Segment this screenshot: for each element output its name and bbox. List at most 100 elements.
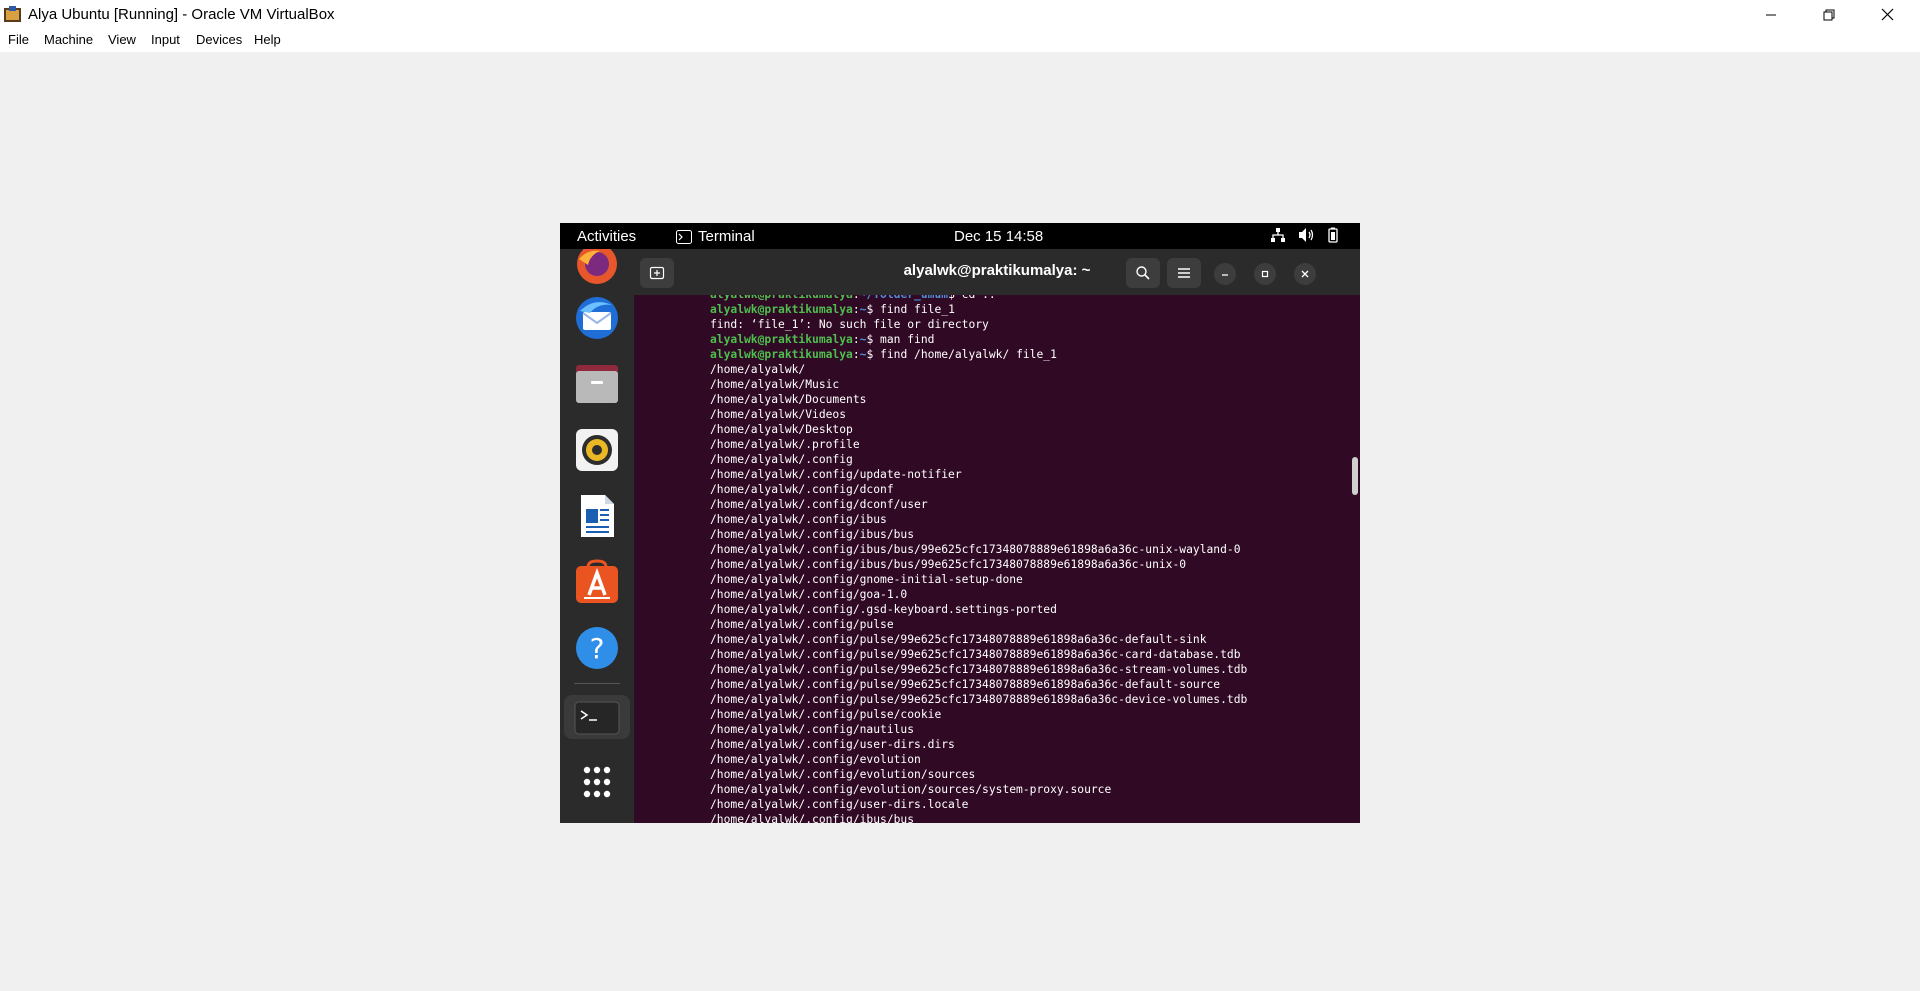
line-text: /home/alyalwk/.config/pulse/99e625cfc173… <box>710 648 1241 661</box>
prompt-path: ~/folder_umum <box>860 295 948 301</box>
line-text: /home/alyalwk/.config/dconf <box>710 483 894 496</box>
line-text: /home/alyalwk/Documents <box>710 393 867 406</box>
terminal-output-line: /home/alyalwk/.config/ibus/bus <box>710 527 1247 542</box>
terminal-output-line: /home/alyalwk/.config/dconf <box>710 482 1247 497</box>
firefox-icon[interactable] <box>574 249 620 287</box>
battery-icon[interactable] <box>1325 227 1341 243</box>
close-button[interactable] <box>1858 0 1916 29</box>
window-titlebar: Alya Ubuntu [Running] - Oracle VM Virtua… <box>0 0 1920 29</box>
terminal-maximize-button[interactable] <box>1254 263 1276 285</box>
line-text: /home/alyalwk/.config/ibus/bus/99e625cfc… <box>710 543 1241 556</box>
line-text: $ cd .. <box>948 295 996 301</box>
thunderbird-icon[interactable] <box>574 295 620 341</box>
ubuntu-top-bar: Activities Terminal Dec 15 14:58 <box>560 223 1360 249</box>
line-text: $ find /home/alyalwk/ file_1 <box>866 348 1057 361</box>
restore-icon <box>1823 9 1835 20</box>
terminal-minimize-button[interactable] <box>1214 263 1236 285</box>
line-text: /home/alyalwk/.config/pulse/99e625cfc173… <box>710 678 1221 691</box>
terminal-output-line: /home/alyalwk/.config/dconf/user <box>710 497 1247 512</box>
dock-separator <box>574 683 620 684</box>
terminal-output-line: /home/alyalwk/Videos <box>710 407 1247 422</box>
search-button[interactable] <box>1126 258 1160 288</box>
prompt-user: alyalwk@praktikumalya <box>710 348 853 361</box>
terminal-output-line: /home/alyalwk/.config/user-dirs.locale <box>710 797 1247 812</box>
vm-display[interactable]: Activities Terminal Dec 15 14:58 ? alyal… <box>560 223 1360 823</box>
terminal-output-line: /home/alyalwk/.config <box>710 452 1247 467</box>
maximize-icon <box>1261 270 1269 278</box>
terminal-output-line: /home/alyalwk/.config/pulse/99e625cfc173… <box>710 647 1247 662</box>
terminal-output-line: /home/alyalwk/.config/.gsd-keyboard.sett… <box>710 602 1247 617</box>
rhythmbox-icon[interactable] <box>574 427 620 473</box>
terminal-dock-item[interactable] <box>564 695 630 739</box>
line-text: /home/alyalwk/ <box>710 363 806 376</box>
terminal-title: alyalwk@praktikumalya: ~ <box>903 262 1091 279</box>
menu-view[interactable]: View <box>108 32 136 47</box>
line-text: /home/alyalwk/.config/pulse/99e625cfc173… <box>710 633 1207 646</box>
app-menu-terminal[interactable]: Terminal <box>676 228 755 245</box>
line-text: $ find file_1 <box>866 303 955 316</box>
clock[interactable]: Dec 15 14:58 <box>954 228 1043 245</box>
app-center-icon[interactable] <box>574 559 620 605</box>
menu-button[interactable] <box>1167 258 1201 288</box>
activities-button[interactable]: Activities <box>577 228 636 245</box>
menu-file[interactable]: File <box>8 32 29 47</box>
line-text: /home/alyalwk/.config/evolution/sources <box>710 768 976 781</box>
menu-help[interactable]: Help <box>254 32 281 47</box>
files-icon[interactable] <box>574 361 620 407</box>
hamburger-menu-icon <box>1178 268 1190 278</box>
network-icon[interactable] <box>1270 227 1286 243</box>
line-text: /home/alyalwk/.config/pulse/cookie <box>710 708 942 721</box>
terminal-output-line: /home/alyalwk/.config/update-notifier <box>710 467 1247 482</box>
help-icon[interactable]: ? <box>574 625 620 671</box>
line-text: /home/alyalwk/.config/ibus/bus <box>710 813 915 823</box>
virtualbox-app-icon <box>4 6 21 22</box>
line-text: /home/alyalwk/.config <box>710 453 853 466</box>
terminal-output-line: /home/alyalwk/.config/ibus/bus/99e625cfc… <box>710 542 1247 557</box>
line-text: /home/alyalwk/.config/dconf/user <box>710 498 928 511</box>
terminal-prompt-line: alyalwk@praktikumalya:~$ find file_1 <box>710 303 955 316</box>
terminal-output-line: /home/alyalwk/.config/pulse/99e625cfc173… <box>710 677 1247 692</box>
svg-text:?: ? <box>590 632 605 665</box>
line-text: find: ‘file_1’: No such file or director… <box>710 318 989 331</box>
terminal-output-line: /home/alyalwk/Desktop <box>710 422 1247 437</box>
terminal-output-line: /home/alyalwk/.config/pulse/99e625cfc173… <box>710 692 1247 707</box>
menu-devices[interactable]: Devices <box>196 32 242 47</box>
terminal-output-line: /home/alyalwk/.config/user-dirs.dirs <box>710 737 1247 752</box>
line-text: /home/alyalwk/.config/pulse/99e625cfc173… <box>710 663 1248 676</box>
terminal-output-line: /home/alyalwk/.config/evolution <box>710 752 1247 767</box>
terminal-output-line: /home/alyalwk/.config/ibus <box>710 512 1247 527</box>
line-text: /home/alyalwk/.config/ibus/bus <box>710 528 915 541</box>
terminal-scrollbar-thumb[interactable] <box>1352 457 1358 495</box>
restore-button[interactable] <box>1800 0 1858 29</box>
terminal-output-line: find: ‘file_1’: No such file or director… <box>710 317 1247 332</box>
terminal-output[interactable]: alyalwk@praktikumalya:~/folder_umum$ cd … <box>634 295 1360 823</box>
line-text: /home/alyalwk/.config/ibus/bus/99e625cfc… <box>710 558 1187 571</box>
window-title: Alya Ubuntu [Running] - Oracle VM Virtua… <box>28 6 335 23</box>
line-text: /home/alyalwk/.config/nautilus <box>710 723 915 736</box>
show-apps-icon[interactable] <box>574 759 620 805</box>
terminal-output-line: /home/alyalwk/.config/pulse <box>710 617 1247 632</box>
search-icon <box>1136 266 1150 280</box>
line-text: /home/alyalwk/.config/ibus <box>710 513 887 526</box>
prompt-user: alyalwk@praktikumalya <box>710 295 853 301</box>
terminal-output-line: /home/alyalwk/.config/ibus/bus/99e625cfc… <box>710 557 1247 572</box>
libreoffice-writer-icon[interactable] <box>574 493 620 539</box>
minimize-icon <box>1766 14 1776 15</box>
terminal-output-line: /home/alyalwk/.config/pulse/99e625cfc173… <box>710 632 1247 647</box>
terminal-output-line: /home/alyalwk/.config/nautilus <box>710 722 1247 737</box>
menu-input[interactable]: Input <box>151 32 180 47</box>
terminal-output-line: /home/alyalwk/.config/pulse/cookie <box>710 707 1247 722</box>
line-text: /home/alyalwk/Desktop <box>710 423 853 436</box>
terminal-prompt-line: alyalwk@praktikumalya:~/folder_umum$ cd … <box>710 295 1247 302</box>
terminal-output-line: /home/alyalwk/.config/gnome-initial-setu… <box>710 572 1247 587</box>
line-text: /home/alyalwk/.config/pulse <box>710 618 894 631</box>
line-text: /home/alyalwk/.config/user-dirs.dirs <box>710 738 955 751</box>
terminal-output-line: /home/alyalwk/Documents <box>710 392 1247 407</box>
ubuntu-dock: ? <box>560 249 634 823</box>
menu-machine[interactable]: Machine <box>44 32 93 47</box>
volume-icon[interactable] <box>1298 227 1316 243</box>
minimize-button[interactable] <box>1742 0 1800 29</box>
terminal-close-button[interactable] <box>1294 263 1316 285</box>
line-text: /home/alyalwk/.config/update-notifier <box>710 468 962 481</box>
line-text: /home/alyalwk/.config/goa-1.0 <box>710 588 908 601</box>
